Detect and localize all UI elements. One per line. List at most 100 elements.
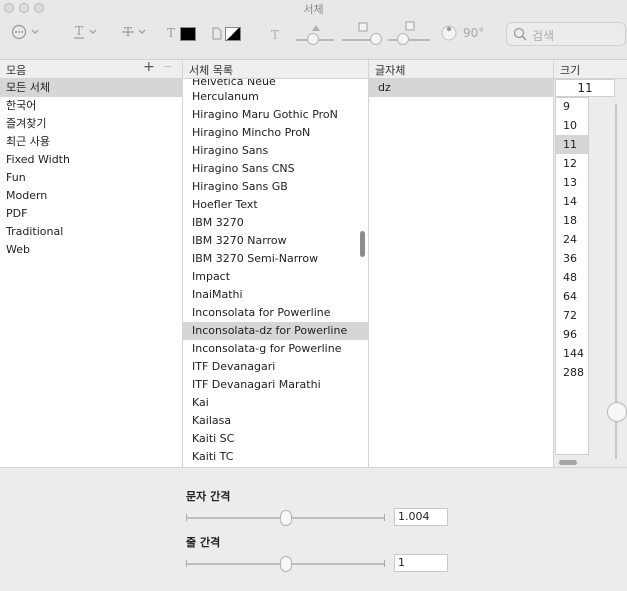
line-spacing-label: 줄 간격 (186, 536, 221, 549)
collections-header: 모음 + − (0, 59, 183, 79)
strikethrough-menu-button[interactable]: T (122, 24, 150, 43)
shadow-blur-knob[interactable] (370, 33, 382, 45)
family-item[interactable]: Impact (183, 268, 368, 286)
size-item[interactable]: 14 (556, 192, 588, 211)
shadow-blur-icon (358, 21, 368, 35)
svg-text:T: T (75, 24, 83, 38)
family-item[interactable]: Kaiti SC (183, 430, 368, 448)
window-title: 서체 (303, 3, 324, 16)
size-item[interactable]: 13 (556, 173, 588, 192)
size-item[interactable]: 18 (556, 211, 588, 230)
family-item[interactable]: ITF Devanagari (183, 358, 368, 376)
shadow-opacity-knob[interactable] (307, 33, 319, 45)
family-item[interactable]: Hiragino Sans GB (183, 178, 368, 196)
family-item[interactable]: Herculanum (183, 88, 368, 106)
family-item[interactable]: InaiMathi (183, 286, 368, 304)
family-item[interactable]: IBM 3270 (183, 214, 368, 232)
collection-item[interactable]: 즐겨찾기 (0, 115, 182, 133)
family-item[interactable]: IBM 3270 Semi-Narrow (183, 250, 368, 268)
family-item[interactable]: Inconsolata-dz for Powerline (183, 322, 368, 340)
family-item[interactable]: Hiragino Mincho ProN (183, 124, 368, 142)
family-item[interactable]: ITF Devanagari Marathi (183, 376, 368, 394)
family-item[interactable]: Kailasa (183, 412, 368, 430)
ellipsis-circle-icon (11, 24, 39, 40)
shadow-offset-icon (405, 20, 415, 34)
shadow-angle-label: 90° (463, 26, 485, 40)
size-list-scrollbar-thumb[interactable] (559, 460, 577, 465)
text-color-swatch[interactable] (180, 27, 196, 41)
families-header: 서체 목록 (183, 60, 369, 79)
families-list: Helvetica Neue Herculanum Hiragino Maru … (183, 79, 369, 467)
family-item[interactable]: Inconsolata for Powerline (183, 304, 368, 322)
dial-icon (441, 25, 457, 41)
shadow-angle-dial[interactable] (441, 25, 457, 44)
size-item[interactable]: 288 (556, 363, 588, 382)
collection-item[interactable]: 최근 사용 (0, 133, 182, 151)
typeface-list: dz (369, 79, 554, 467)
typeface-header: 글자체 (369, 60, 554, 79)
family-item[interactable]: Hoefler Text (183, 196, 368, 214)
search-icon (513, 27, 527, 41)
collection-item[interactable]: Modern (0, 187, 182, 205)
svg-text:T: T (167, 26, 175, 40)
size-list: 9 10 11 12 13 14 18 24 36 48 64 72 96 14… (555, 97, 589, 455)
typeface-item[interactable]: dz (369, 79, 553, 97)
collection-item[interactable]: Traditional (0, 223, 182, 241)
text-shadow-icon: T (270, 27, 284, 44)
size-item[interactable]: 36 (556, 249, 588, 268)
document-color-swatch[interactable] (225, 27, 241, 41)
size-item[interactable]: 24 (556, 230, 588, 249)
character-spacing-label: 문자 간격 (186, 490, 231, 503)
search-placeholder: 검색 (532, 29, 555, 43)
family-item[interactable]: IBM 3270 Narrow (183, 232, 368, 250)
size-item[interactable]: 96 (556, 325, 588, 344)
family-item[interactable]: Hiragino Sans CNS (183, 160, 368, 178)
collection-item[interactable]: Fixed Width (0, 151, 182, 169)
collections-list: 모든 서체 한국어 즐겨찾기 최근 사용 Fixed Width Fun Mod… (0, 79, 183, 467)
svg-text:T: T (271, 28, 279, 41)
collections-header-label: 모음 (6, 64, 27, 77)
size-item[interactable]: 11 (556, 135, 588, 154)
search-field[interactable]: 검색 (506, 22, 626, 46)
text-color-label-icon: T (166, 26, 178, 43)
shadow-offset-knob[interactable] (397, 33, 409, 45)
size-input[interactable]: 11 (555, 79, 615, 97)
collection-item[interactable]: 모든 서체 (0, 79, 182, 97)
family-item[interactable]: Kai (183, 394, 368, 412)
collection-item[interactable]: PDF (0, 205, 182, 223)
size-item[interactable]: 64 (556, 287, 588, 306)
size-item[interactable]: 48 (556, 268, 588, 287)
family-item[interactable]: Inconsolata-g for Powerline (183, 340, 368, 358)
collection-item[interactable]: Web (0, 241, 182, 259)
character-spacing-field[interactable]: 1.004 (394, 508, 448, 526)
document-icon (212, 27, 222, 43)
add-collection-button[interactable]: + (143, 59, 155, 75)
spacing-panel (0, 467, 627, 591)
family-item[interactable]: Hiragino Sans (183, 142, 368, 160)
family-item[interactable]: Hiragino Maru Gothic ProN (183, 106, 368, 124)
remove-collection-button[interactable]: − (163, 60, 172, 73)
line-spacing-field[interactable]: 1 (394, 554, 448, 572)
underline-menu-button[interactable]: T (73, 24, 101, 43)
toolbar: 서체 T T T T 90° 검색 (0, 0, 627, 60)
size-item[interactable]: 72 (556, 306, 588, 325)
size-header-label: 크기 (560, 64, 581, 77)
size-slider-knob[interactable] (607, 402, 627, 422)
collection-item[interactable]: Fun (0, 169, 182, 187)
size-item[interactable]: 9 (556, 98, 588, 116)
line-spacing-knob[interactable] (280, 556, 292, 572)
size-item[interactable]: 12 (556, 154, 588, 173)
families-header-label: 서체 목록 (189, 64, 233, 77)
families-scrollbar-thumb[interactable] (360, 231, 365, 257)
underline-icon: T (74, 24, 97, 39)
strikethrough-icon: T (122, 25, 146, 39)
family-item[interactable]: Kaiti TC (183, 448, 368, 466)
action-menu-button[interactable] (10, 24, 44, 43)
size-item[interactable]: 10 (556, 116, 588, 135)
size-item[interactable]: 144 (556, 344, 588, 363)
size-header: 크기 (554, 60, 627, 79)
shadow-offset-slider[interactable] (388, 39, 430, 41)
collection-item[interactable]: 한국어 (0, 97, 182, 115)
typeface-header-label: 글자체 (375, 64, 406, 77)
character-spacing-knob[interactable] (280, 510, 292, 526)
